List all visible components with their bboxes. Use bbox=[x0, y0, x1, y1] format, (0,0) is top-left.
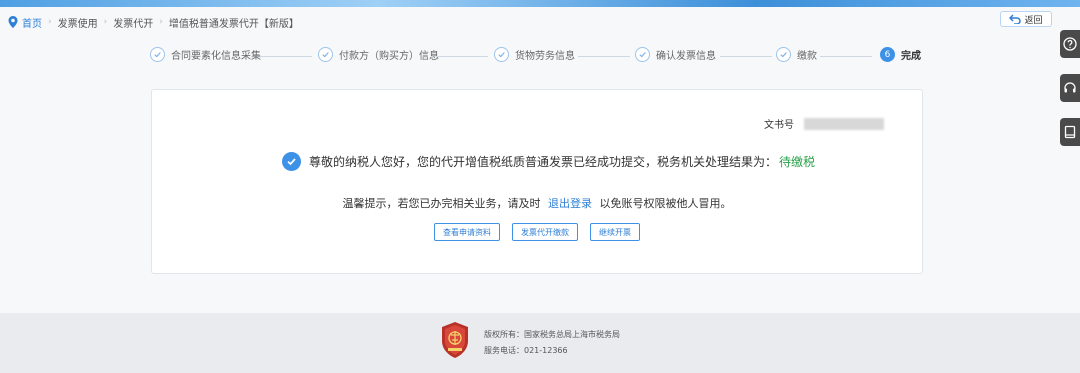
reminder-tip: 温馨提示，若您已办完相关业务，请及时 退出登录 以免账号权限被他人冒用。 bbox=[152, 195, 922, 211]
help-button[interactable] bbox=[1060, 30, 1080, 58]
step-label: 确认发票信息 bbox=[656, 51, 716, 62]
document-number-redacted bbox=[804, 117, 884, 130]
breadcrumb: 首页 › 发票使用 › 发票代开 › 增值税普通发票代开【新版】 bbox=[8, 13, 299, 31]
help-icon bbox=[1063, 37, 1077, 51]
step-label: 合同要素化信息采集 bbox=[171, 51, 261, 62]
step-connector bbox=[720, 56, 772, 57]
book-icon bbox=[1064, 125, 1076, 139]
step-connector bbox=[260, 56, 312, 57]
success-text: 尊敬的纳税人您好，您的代开增值税纸质普通发票已经成功提交，税务机关处理结果为： bbox=[309, 155, 778, 169]
tip-prefix: 温馨提示，若您已办完相关业务，请及时 bbox=[342, 197, 541, 210]
breadcrumb-home-label: 首页 bbox=[22, 18, 42, 30]
footer: 版权所有：国家税务总局上海市税务局 服务电话：021-12366 bbox=[0, 313, 1080, 373]
customer-service-button[interactable] bbox=[1060, 74, 1080, 102]
step-connector bbox=[578, 56, 630, 57]
breadcrumb-separator: › bbox=[103, 17, 108, 27]
action-buttons: 查看申请资料 发票代开缴款 继续开票 bbox=[152, 223, 922, 241]
footer-phone: 服务电话：021-12366 bbox=[484, 346, 568, 355]
back-button-label: 返回 bbox=[1024, 15, 1043, 26]
step-2: 付款方（购买方）信息 bbox=[318, 47, 439, 62]
step-label: 完成 bbox=[901, 51, 921, 62]
side-toolbar bbox=[1060, 30, 1080, 162]
back-arrow-icon bbox=[1009, 14, 1022, 24]
tax-emblem bbox=[442, 322, 468, 358]
headset-icon bbox=[1064, 82, 1076, 93]
breadcrumb-item-invoice-issue[interactable]: 发票代开 bbox=[113, 15, 153, 30]
step-6: 6 完成 bbox=[880, 47, 921, 62]
logout-link[interactable]: 退出登录 bbox=[548, 197, 592, 210]
step-4: 确认发票信息 bbox=[635, 47, 716, 62]
step-connector bbox=[820, 56, 872, 57]
view-application-button[interactable]: 查看申请资料 bbox=[434, 223, 500, 241]
breadcrumb-separator: › bbox=[159, 17, 163, 27]
location-pin-icon bbox=[8, 16, 18, 28]
step-label: 付款方（购买方）信息 bbox=[339, 51, 439, 62]
manual-button[interactable] bbox=[1060, 118, 1080, 146]
step-label: 缴款 bbox=[797, 51, 817, 62]
step-number-badge: 6 bbox=[880, 47, 895, 62]
check-icon bbox=[494, 47, 509, 62]
check-icon bbox=[318, 47, 333, 62]
breadcrumb-item-current: 增值税普通发票代开【新版】 bbox=[168, 18, 299, 30]
document-number: 文书号 bbox=[764, 116, 884, 131]
check-icon bbox=[150, 47, 165, 62]
step-1: 合同要素化信息采集 bbox=[150, 47, 261, 62]
document-number-label: 文书号 bbox=[764, 120, 794, 131]
step-connector bbox=[438, 56, 488, 57]
invoice-payment-button[interactable]: 发票代开缴款 bbox=[512, 223, 578, 241]
tip-suffix: 以免账号权限被他人冒用。 bbox=[599, 197, 732, 210]
status-badge: 待缴税 bbox=[779, 155, 816, 169]
check-icon bbox=[282, 152, 301, 171]
continue-invoicing-button[interactable]: 继续开票 bbox=[590, 223, 640, 241]
breadcrumb-item-invoice-use[interactable]: 发票使用 bbox=[58, 15, 98, 30]
check-icon bbox=[776, 47, 791, 62]
step-5: 缴款 bbox=[776, 47, 817, 62]
success-message: 尊敬的纳税人您好，您的代开增值税纸质普通发票已经成功提交，税务机关处理结果为： … bbox=[282, 152, 815, 171]
top-banner bbox=[0, 0, 1080, 7]
breadcrumb-home[interactable]: 首页 bbox=[8, 15, 42, 30]
step-label: 货物劳务信息 bbox=[515, 51, 575, 62]
footer-info: 版权所有：国家税务总局上海市税务局 服务电话：021-12366 bbox=[484, 327, 620, 359]
back-button[interactable]: 返回 bbox=[1000, 11, 1052, 27]
result-card: 文书号 尊敬的纳税人您好，您的代开增值税纸质普通发票已经成功提交，税务机关处理结… bbox=[151, 89, 923, 274]
step-3: 货物劳务信息 bbox=[494, 47, 575, 62]
breadcrumb-separator: › bbox=[48, 17, 52, 27]
footer-copyright: 版权所有：国家税务总局上海市税务局 bbox=[484, 330, 620, 339]
progress-steps: 合同要素化信息采集 付款方（购买方）信息 货物劳务信息 确认发票信息 缴款 6 … bbox=[150, 47, 925, 67]
check-icon bbox=[635, 47, 650, 62]
